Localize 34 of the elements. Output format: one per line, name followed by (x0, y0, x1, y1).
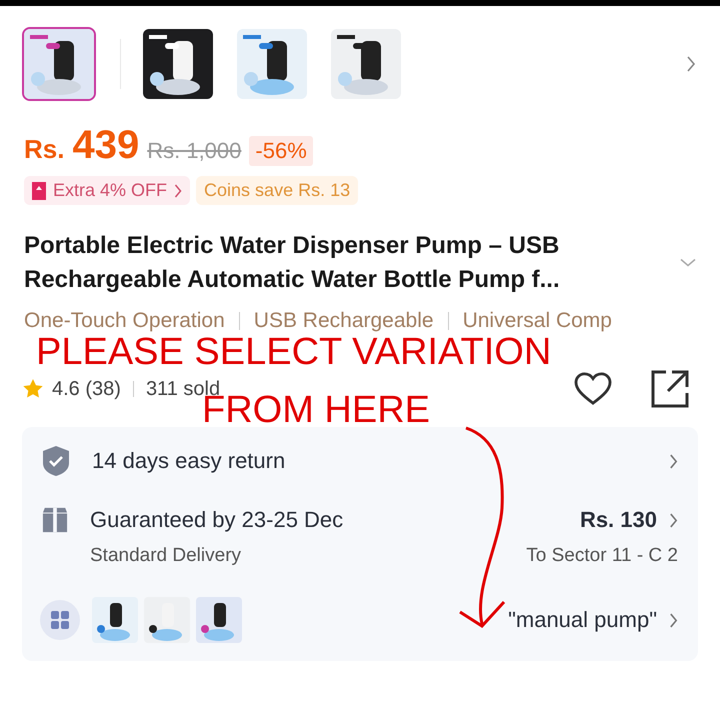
delivery-date: Guaranteed by 23-25 Dec (90, 507, 344, 533)
delivery-address: To Sector 11 - C 2 (526, 545, 678, 567)
product-thumbnail[interactable] (22, 27, 96, 101)
package-icon (42, 507, 68, 533)
selected-variation[interactable]: "manual pump" (508, 607, 657, 633)
product-title: Portable Electric Water Dispenser Pump – USB Rechargeable Automatic Water Bottle Pump f... (24, 231, 561, 295)
chevron-right-icon[interactable] (669, 512, 678, 528)
chevron-right-icon[interactable] (686, 56, 696, 72)
feature-tag: One-Touch Operation (24, 309, 225, 333)
voucher-tag[interactable]: Extra 4% OFF (24, 176, 190, 205)
chevron-right-icon[interactable] (669, 454, 678, 468)
product-thumbnail[interactable] (329, 27, 403, 101)
rating-score: 4.6 (38) (52, 378, 121, 400)
product-thumbnail[interactable] (141, 27, 215, 101)
variation-icon (40, 600, 80, 640)
delivery-type: Standard Delivery (90, 545, 242, 567)
return-policy[interactable]: 14 days easy return (92, 448, 286, 474)
star-icon (22, 378, 44, 400)
discount-badge: -56% (249, 136, 313, 166)
shield-check-icon (42, 445, 70, 477)
price: 439 (72, 123, 140, 168)
chevron-right-icon (174, 184, 182, 198)
heart-icon[interactable] (574, 372, 612, 406)
chevron-right-icon[interactable] (669, 612, 678, 628)
voucher-icon (32, 182, 46, 200)
feature-tag: USB Rechargeable (254, 309, 434, 333)
delivery-fee: Rs. 130 (580, 507, 657, 533)
price-currency: Rs. (24, 134, 64, 165)
original-price: Rs. 1,000 (147, 138, 242, 164)
product-thumbnail[interactable] (235, 27, 309, 101)
feature-tag: Universal Comp (462, 309, 612, 333)
coins-tag: Coins save Rs. 13 (196, 176, 358, 205)
share-icon[interactable] (650, 369, 690, 409)
annotation-text: PLEASE SELECT VARIATION (36, 331, 552, 374)
